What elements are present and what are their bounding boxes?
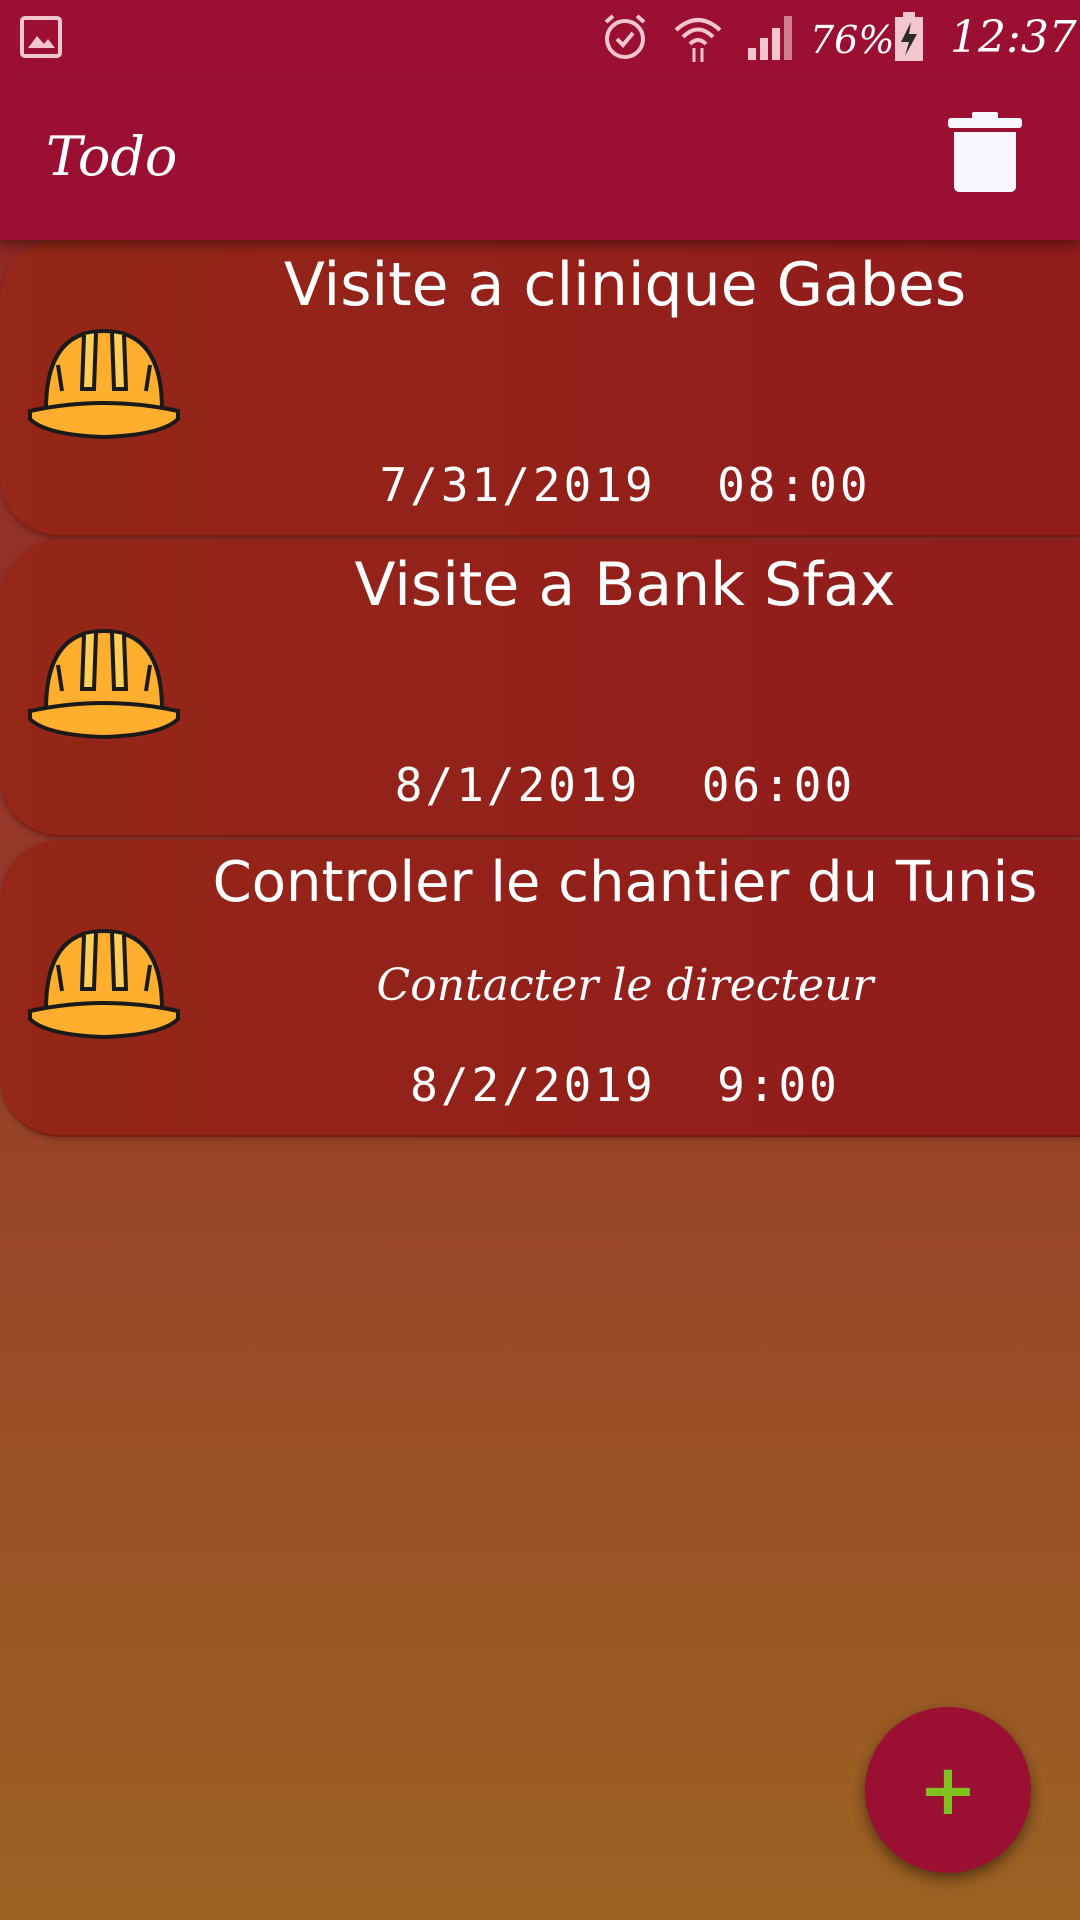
- helmet-icon: [28, 325, 180, 445]
- todo-note: Contacter le directeur: [376, 960, 874, 1011]
- todo-card[interactable]: Visite a Bank Sfax 8/1/2019 06:00: [0, 540, 1080, 837]
- app-title: Todo: [46, 125, 178, 188]
- todo-date: 7/31/2019 08:00: [379, 458, 871, 512]
- todo-title: Visite a clinique Gabes: [283, 250, 967, 320]
- status-bar: 76% 12:37: [0, 0, 1080, 75]
- todo-date: 8/1/2019 06:00: [394, 758, 856, 812]
- battery-charging-icon: [893, 12, 925, 66]
- alarm-icon: [600, 12, 650, 66]
- todo-title: Visite a Bank Sfax: [354, 550, 896, 620]
- app-bar: Todo: [0, 75, 1080, 240]
- todo-title: Controler le chantier du Tunis: [212, 850, 1038, 915]
- todo-list: Visite a clinique Gabes 7/31/2019 08:00 …: [0, 240, 1080, 1140]
- signal-icon: [746, 14, 796, 66]
- clock: 12:37: [950, 12, 1077, 63]
- todo-card[interactable]: Visite a clinique Gabes 7/31/2019 08:00: [0, 240, 1080, 537]
- wifi-icon: [672, 12, 724, 68]
- todo-card[interactable]: Controler le chantier du Tunis Contacter…: [0, 840, 1080, 1137]
- battery-percent: 76%: [810, 18, 895, 62]
- plus-icon: +: [918, 1749, 978, 1831]
- delete-all-button[interactable]: [940, 105, 1030, 205]
- helmet-icon: [28, 625, 180, 745]
- add-todo-button[interactable]: +: [865, 1707, 1031, 1873]
- todo-date: 8/2/2019 9:00: [410, 1058, 840, 1112]
- trash-icon: [946, 112, 1024, 198]
- image-icon: [20, 16, 62, 62]
- helmet-icon: [28, 925, 180, 1045]
